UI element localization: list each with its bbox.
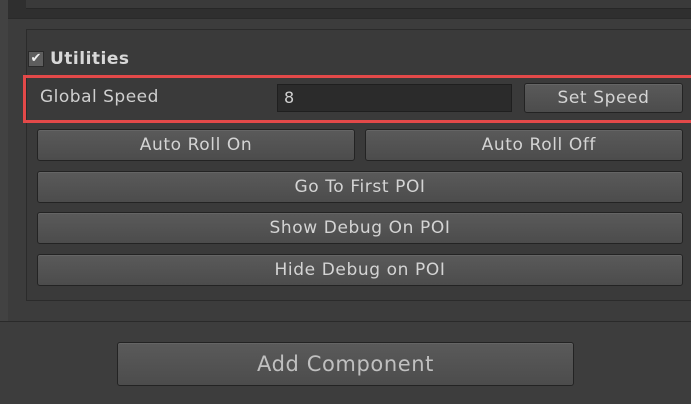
auto-roll-off-button[interactable]: Auto Roll Off xyxy=(365,129,683,161)
utilities-checkbox[interactable]: ✔ xyxy=(28,51,44,67)
auto-roll-on-button[interactable]: Auto Roll On xyxy=(37,129,355,161)
checkmark-icon: ✔ xyxy=(30,51,42,66)
utilities-title: Utilities xyxy=(50,49,130,69)
utilities-header[interactable]: ✔ Utilities xyxy=(28,47,130,71)
add-component-button[interactable]: Add Component xyxy=(117,342,574,386)
hide-debug-on-poi-button[interactable]: Hide Debug on POI xyxy=(37,254,683,286)
show-debug-on-poi-button[interactable]: Show Debug On POI xyxy=(37,212,683,244)
global-speed-input[interactable]: 8 xyxy=(277,84,512,112)
go-to-first-poi-button[interactable]: Go To First POI xyxy=(37,171,683,203)
previous-component-frame xyxy=(8,0,691,18)
global-speed-label: Global Speed xyxy=(40,87,159,107)
set-speed-button[interactable]: Set Speed xyxy=(524,83,683,113)
previous-component-bottom xyxy=(26,0,691,9)
